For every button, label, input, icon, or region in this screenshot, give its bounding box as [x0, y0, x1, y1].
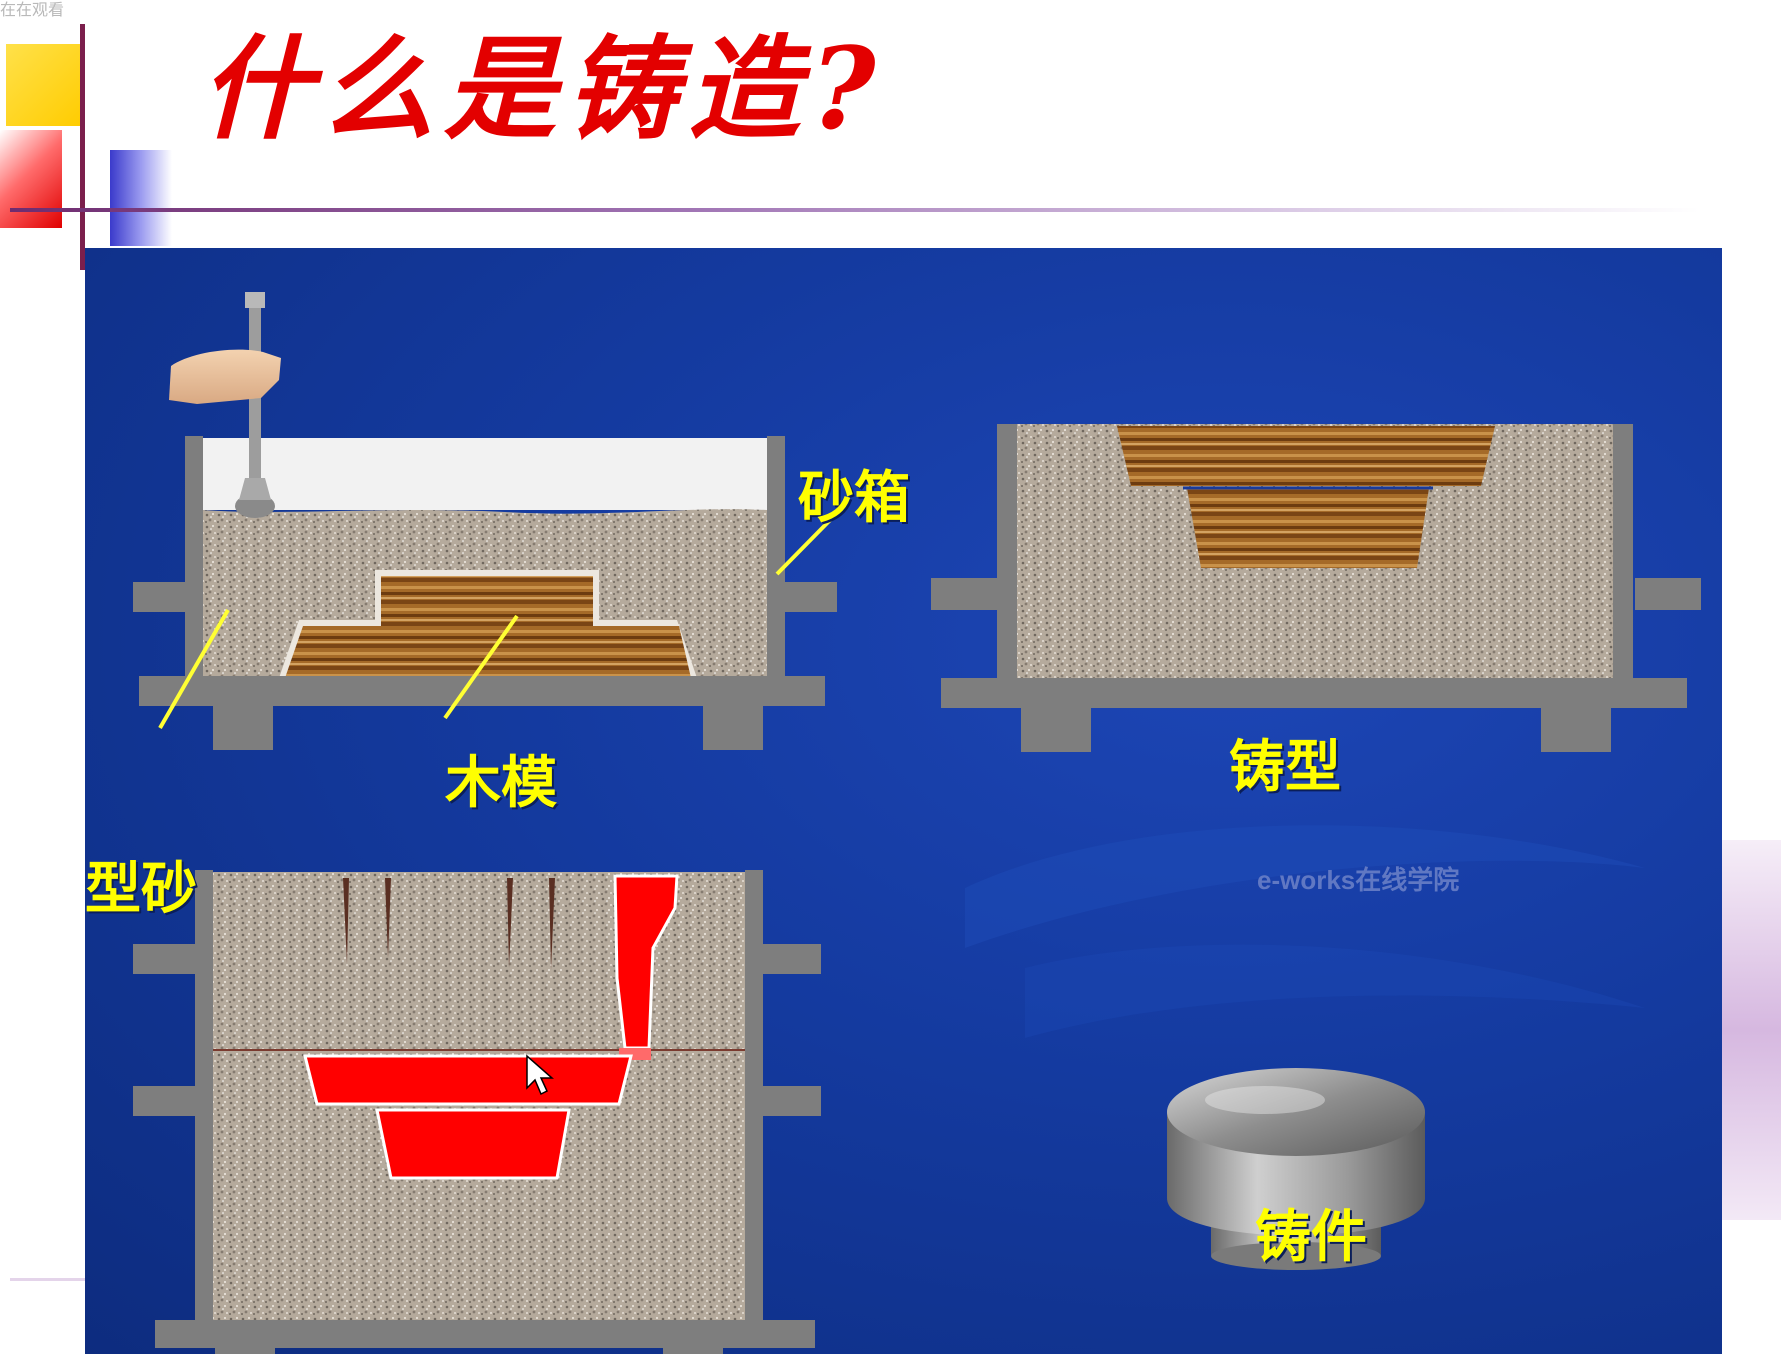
flask-mold	[931, 424, 1701, 752]
flask-3-foot-left	[215, 1346, 275, 1354]
bg-line-left	[10, 1278, 85, 1281]
blue-square	[110, 150, 172, 246]
bg-swirl-2	[1025, 944, 1645, 1038]
wood-pattern-lower	[285, 626, 691, 678]
flask-3-handle-left-bottom	[133, 1086, 199, 1116]
flask-3-wall-left	[195, 870, 213, 1322]
flask-3-handle-left-top	[133, 944, 199, 974]
casting-top-face	[1167, 1068, 1425, 1156]
flask-2-handle-left	[931, 578, 997, 610]
flask-3-wall-right	[745, 870, 763, 1322]
flask-ramming	[133, 292, 842, 750]
wood-pattern-upper	[381, 576, 593, 626]
flask-2-foot-left	[1021, 706, 1091, 752]
flask-1-wall-left	[185, 436, 203, 686]
label-mold: 铸型	[1229, 735, 1341, 800]
label-flask: 砂箱	[798, 466, 910, 531]
vertical-rule	[80, 24, 85, 270]
flask-2-wall-right	[1613, 424, 1633, 682]
label-molding-sand: 型砂	[85, 857, 197, 922]
bg-decoration-right	[1722, 840, 1781, 1220]
flask-1-foot-left	[213, 704, 273, 750]
flask-3-foot-right	[663, 1346, 723, 1354]
casting-metal-upper	[303, 1054, 633, 1106]
flask-1-base	[139, 676, 825, 706]
title-underline	[10, 208, 1700, 212]
label-pattern: 木模	[445, 751, 557, 816]
yellow-square	[6, 44, 82, 126]
flask-3-handle-right-top	[755, 944, 821, 974]
casting-metal-lower	[375, 1108, 571, 1180]
casting-top-highlight	[1205, 1086, 1325, 1114]
mold-cavity-lower	[1187, 488, 1429, 568]
flask-2-foot-right	[1541, 706, 1611, 752]
flask-1-wall-right	[767, 436, 785, 686]
rammer-knob	[245, 292, 265, 308]
mold-cavity-upper	[1117, 426, 1495, 486]
flask-3-handle-right-bottom	[755, 1086, 821, 1116]
flask-3-base	[155, 1320, 815, 1348]
watermark: e-works在线学院	[1257, 865, 1460, 895]
flask-pouring	[133, 870, 821, 1354]
flask-1-foot-right	[703, 704, 763, 750]
page-title: 什么是铸造?	[200, 24, 886, 155]
flask-2-handle-right	[1635, 578, 1701, 610]
flask-1-inner-empty	[203, 438, 767, 510]
title-ornament	[0, 0, 180, 270]
label-casting: 铸件	[1255, 1205, 1367, 1270]
red-square	[0, 130, 62, 228]
flask-2-base	[941, 678, 1687, 708]
casting-diagram-panel: 砂箱 木模 铸型 型砂 铸件 e-works在线学院	[85, 248, 1722, 1354]
flask-2-wall-left	[997, 424, 1017, 682]
casting-diagram	[133, 292, 1701, 1354]
hand-icon	[169, 349, 281, 404]
rammer-shaft	[249, 302, 261, 504]
